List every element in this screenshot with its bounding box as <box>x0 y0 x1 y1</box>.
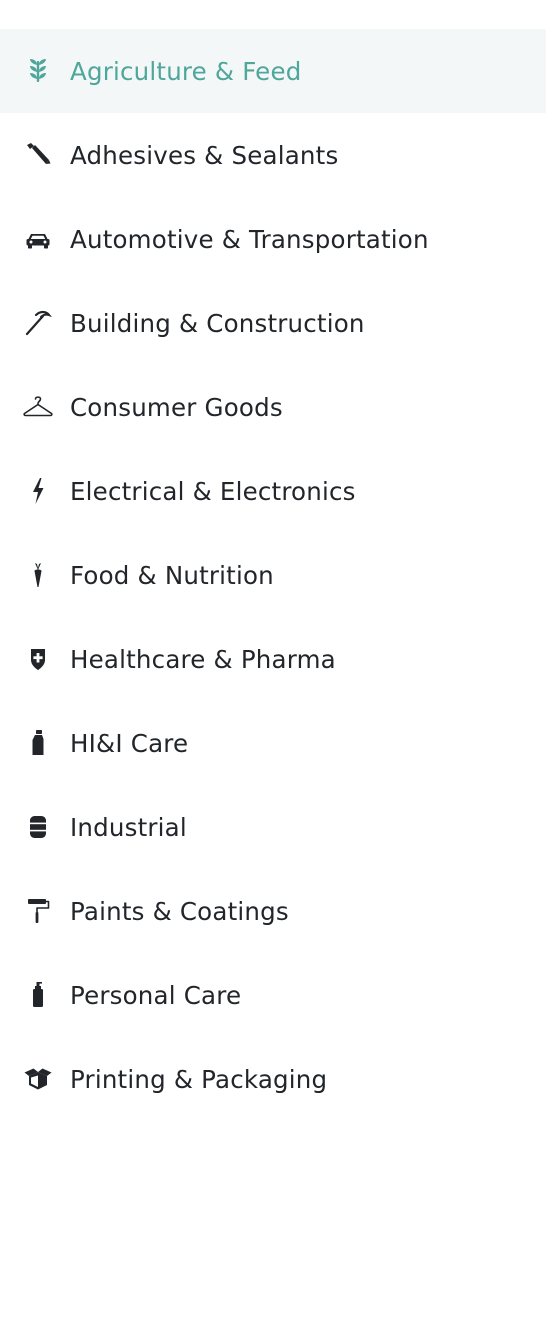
menu-item-agriculture-feed[interactable]: Agriculture & Feed <box>0 29 546 113</box>
menu-item-label: Industrial <box>70 812 187 842</box>
menu-item-label: HI&I Care <box>70 728 189 758</box>
hammer-icon <box>22 307 54 339</box>
menu-item-label: Building & Construction <box>70 308 365 338</box>
menu-item-adhesives-sealants[interactable]: Adhesives & Sealants <box>0 113 546 197</box>
menu-item-healthcare-pharma[interactable]: Healthcare & Pharma <box>0 617 546 701</box>
menu-item-building-construction[interactable]: Building & Construction <box>0 281 546 365</box>
car-icon <box>22 223 54 255</box>
menu-item-hii-care[interactable]: HI&I Care <box>0 701 546 785</box>
paint-roller-icon <box>22 895 54 927</box>
barrel-icon <box>22 811 54 843</box>
menu-item-personal-care[interactable]: Personal Care <box>0 953 546 1037</box>
menu-item-label: Paints & Coatings <box>70 896 289 926</box>
menu-item-consumer-goods[interactable]: Consumer Goods <box>0 365 546 449</box>
menu-item-food-nutrition[interactable]: Food & Nutrition <box>0 533 546 617</box>
spray-bottle-icon <box>22 727 54 759</box>
wheat-icon <box>22 55 54 87</box>
menu-item-label: Consumer Goods <box>70 392 283 422</box>
menu-item-label: Healthcare & Pharma <box>70 644 336 674</box>
menu-item-label: Printing & Packaging <box>70 1064 328 1094</box>
open-box-icon <box>22 1063 54 1095</box>
menu-item-label: Food & Nutrition <box>70 560 274 590</box>
hanger-icon <box>22 391 54 423</box>
menu-item-label: Personal Care <box>70 980 242 1010</box>
menu-item-printing-packaging[interactable]: Printing & Packaging <box>0 1037 546 1121</box>
pump-bottle-icon <box>22 979 54 1011</box>
menu-item-label: Automotive & Transportation <box>70 224 429 254</box>
menu-item-electrical-electronics[interactable]: Electrical & Electronics <box>0 449 546 533</box>
lightning-icon <box>22 475 54 507</box>
glue-stick-icon <box>22 139 54 171</box>
menu-item-label: Agriculture & Feed <box>70 56 302 86</box>
medical-shield-icon <box>22 643 54 675</box>
menu-item-label: Adhesives & Sealants <box>70 140 339 170</box>
menu-item-label: Electrical & Electronics <box>70 476 356 506</box>
industry-menu: Agriculture & Feed Adhesives & Sealants <box>0 29 546 1121</box>
menu-item-paints-coatings[interactable]: Paints & Coatings <box>0 869 546 953</box>
menu-item-industrial[interactable]: Industrial <box>0 785 546 869</box>
carrot-icon <box>22 559 54 591</box>
menu-item-automotive-transportation[interactable]: Automotive & Transportation <box>0 197 546 281</box>
